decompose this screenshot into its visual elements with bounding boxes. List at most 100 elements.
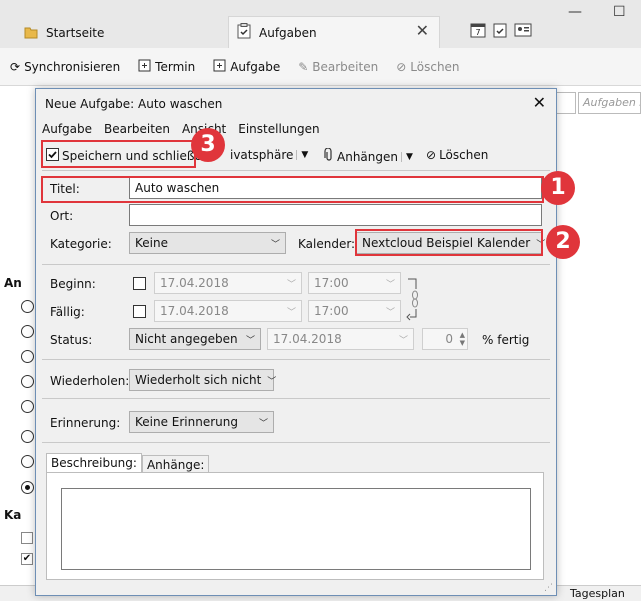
category-label: Kategorie: (50, 237, 112, 251)
category-select[interactable]: Keine ﹀ (129, 232, 286, 254)
location-input[interactable] (129, 204, 542, 226)
calendar-checkbox[interactable] (21, 532, 33, 544)
start-date-select[interactable]: 17.04.2018 ﹀ (154, 272, 302, 294)
due-time-select[interactable]: 17:00 ﹀ (308, 300, 401, 322)
status-select[interactable]: Nicht angegeben ﹀ (129, 328, 261, 350)
delete-task-button[interactable]: ⊘ Löschen (426, 148, 488, 162)
filter-radio-selected[interactable] (21, 481, 34, 494)
dialog-title: Neue Aufgabe: Auto waschen (45, 97, 223, 111)
filter-radio[interactable] (21, 430, 34, 443)
percent-label: % fertig (482, 333, 530, 347)
highlight-save-close (41, 140, 196, 168)
annotation-badge-1: 1 (541, 171, 575, 205)
filter-radio[interactable] (21, 375, 34, 388)
maximize-icon[interactable]: ☐ (613, 4, 626, 20)
tab-attachments[interactable]: Anhänge: (141, 455, 210, 473)
mode-icons: 7 (470, 22, 532, 41)
today-pane-label[interactable]: Tagesplan (570, 587, 625, 600)
detail-tabs: Beschreibung: Anhänge: (46, 453, 210, 473)
due-date-select[interactable]: 17.04.2018 ﹀ (154, 300, 302, 322)
side-section-label: Ka (4, 508, 22, 522)
calendar-icon[interactable]: 7 (470, 22, 486, 41)
side-section-label: An (4, 276, 22, 290)
calendar-label: Kalender: (298, 237, 356, 251)
prohibited-icon: ⊘ (396, 59, 407, 74)
start-label: Beginn: (50, 277, 96, 291)
chevron-down-icon: ﹀ (286, 307, 296, 318)
divider (42, 442, 550, 443)
tab-aufgaben[interactable]: Aufgaben ✕ (228, 16, 440, 48)
start-checkbox[interactable] (133, 277, 146, 290)
dialog-menubar: Aufgabe Bearbeiten Ansicht Einstellungen (42, 122, 320, 136)
chevron-down-icon: ﹀ (398, 335, 408, 346)
tab-startseite-label: Startseite (46, 26, 105, 40)
menu-einstellungen[interactable]: Einstellungen (238, 122, 319, 136)
reminder-select[interactable]: Keine Erinnerung ﹀ (129, 411, 274, 433)
privacy-button[interactable]: ivatsphäre ▼ (230, 148, 308, 162)
link-chain-icon[interactable] (406, 275, 420, 324)
task-add-icon (213, 59, 226, 75)
filter-input[interactable] (556, 92, 576, 114)
tab-startseite[interactable]: Startseite (24, 18, 104, 48)
annotation-badge-2: 2 (546, 225, 580, 259)
percent-spinner[interactable]: 0 ▲ ▼ (422, 328, 468, 350)
main-tab-bar: Startseite Aufgaben ✕ 7 — ☐ (0, 0, 641, 48)
svg-text:7: 7 (475, 28, 480, 37)
filter-radio[interactable] (21, 300, 34, 313)
chevron-down-icon: ﹀ (245, 335, 255, 346)
folder-icon (24, 25, 38, 42)
annotation-badge-3: 3 (191, 128, 225, 162)
chevron-down-icon: ﹀ (286, 279, 296, 290)
due-label: Fällig: (50, 305, 85, 319)
calendar-add-icon (138, 59, 151, 75)
filter-radio[interactable] (21, 325, 34, 338)
tasks-icon[interactable] (492, 22, 508, 41)
resize-grip-icon[interactable]: ⋰ (544, 583, 553, 593)
attach-button[interactable]: Anhängen ▼ (324, 147, 413, 165)
divider (42, 264, 550, 265)
delete-button[interactable]: ⊘ Löschen (396, 60, 459, 74)
filter-radio[interactable] (21, 400, 34, 413)
repeat-select[interactable]: Wiederholt sich nicht ﹀ (129, 369, 277, 391)
description-textarea[interactable] (61, 488, 531, 570)
start-time-select[interactable]: 17:00 ﹀ (308, 272, 401, 294)
chevron-down-icon: ﹀ (385, 279, 395, 290)
close-icon[interactable]: ✕ (533, 93, 546, 112)
main-toolbar: ⟳ Synchronisieren Termin Aufgabe ✎ Bearb… (0, 48, 641, 86)
menu-aufgabe[interactable]: Aufgabe (42, 122, 92, 136)
calendar-checkbox-checked[interactable]: ✔ (21, 553, 33, 565)
divider (42, 359, 550, 360)
location-label: Ort: (50, 209, 74, 223)
chevron-down-icon: ﹀ (385, 307, 395, 318)
chevron-down-icon[interactable]: ▼ (400, 151, 413, 162)
new-event-button[interactable]: Termin (138, 59, 195, 75)
minimize-icon[interactable]: — (568, 4, 582, 20)
prohibited-icon: ⊘ (426, 148, 437, 162)
menu-bearbeiten[interactable]: Bearbeiten (104, 122, 170, 136)
chevron-down-icon: ﹀ (258, 418, 268, 429)
new-task-button[interactable]: Aufgabe (213, 59, 280, 75)
edit-button[interactable]: ✎ Bearbeiten (298, 60, 378, 74)
highlight-title (41, 176, 544, 203)
filter-radio[interactable] (21, 455, 34, 468)
due-checkbox[interactable] (133, 305, 146, 318)
task-search-input[interactable]: Aufgaben s (578, 92, 641, 114)
description-panel (46, 472, 544, 580)
chevron-down-icon: ﹀ (270, 239, 280, 250)
status-label: Status: (50, 333, 93, 347)
sync-icon: ⟳ (10, 59, 21, 74)
contacts-icon[interactable] (514, 22, 532, 41)
close-icon[interactable]: ✕ (416, 21, 429, 40)
sync-button[interactable]: ⟳ Synchronisieren (10, 60, 120, 74)
spinner-arrows-icon[interactable]: ▲ ▼ (460, 331, 465, 347)
repeat-label: Wiederholen: (50, 374, 130, 388)
tab-description[interactable]: Beschreibung: (46, 453, 142, 473)
chevron-down-icon: ﹀ (267, 376, 277, 387)
tab-aufgaben-label: Aufgaben (259, 25, 317, 40)
task-clipboard-icon (237, 23, 251, 42)
paperclip-icon (324, 147, 334, 165)
highlight-calendar (355, 229, 543, 256)
chevron-down-icon[interactable]: ▼ (296, 150, 308, 160)
filter-radio[interactable] (21, 350, 34, 363)
status-date-select[interactable]: 17.04.2018 ﹀ (267, 328, 414, 350)
